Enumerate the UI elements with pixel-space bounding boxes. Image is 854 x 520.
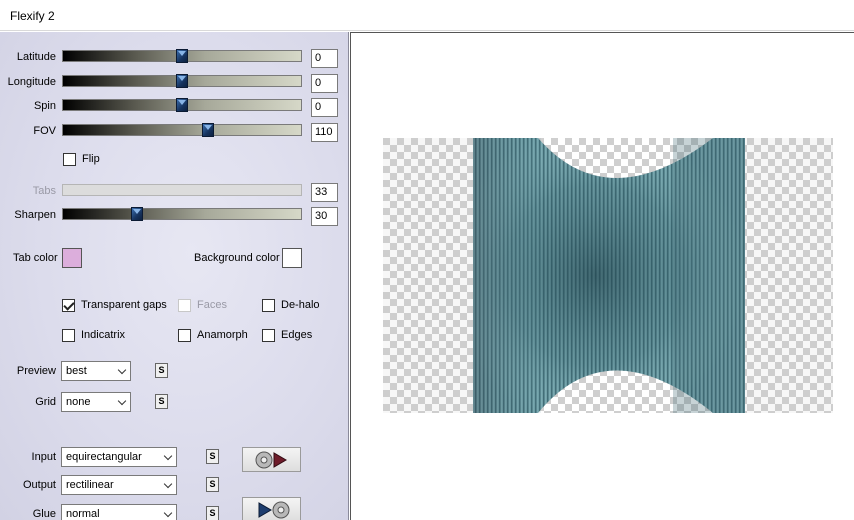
output-label: Output [22, 479, 56, 491]
indicatrix-checkbox[interactable] [62, 329, 75, 342]
disc-icon [272, 501, 290, 519]
faces-label: Faces [197, 299, 227, 311]
preview-save-button[interactable]: S [155, 363, 168, 378]
anamorph-checkbox[interactable] [178, 329, 191, 342]
chevron-down-icon [117, 396, 127, 406]
fov-value-field[interactable]: 110 [311, 123, 338, 142]
input-select-value: equirectangular [66, 451, 142, 463]
sharpen-slider-thumb[interactable] [130, 207, 143, 221]
indicatrix-label: Indicatrix [81, 329, 126, 341]
latitude-slider-thumb[interactable] [176, 49, 188, 63]
preview-label: Preview [16, 365, 56, 377]
transparent-gaps-label: Transparent gaps [81, 299, 167, 311]
de-halo-checkbox[interactable] [262, 299, 275, 312]
window-title: Flexify 2 [10, 9, 55, 23]
grid-select-value: none [66, 396, 91, 408]
output-select[interactable]: rectilinear [61, 475, 177, 495]
chevron-down-icon [163, 508, 173, 518]
longitude-slider-thumb[interactable] [176, 74, 188, 88]
spin-slider-thumb[interactable] [176, 98, 188, 112]
sharpen-slider[interactable] [62, 207, 302, 221]
disc-icon [255, 451, 273, 469]
grid-label: Grid [35, 396, 56, 408]
edges-checkbox[interactable] [262, 329, 275, 342]
faces-checkbox [178, 299, 191, 312]
anamorph-label: Anamorph [197, 329, 248, 341]
transparent-gaps-checkbox[interactable] [62, 299, 75, 312]
glue-label: Glue [32, 508, 56, 520]
sharpen-value-field[interactable]: 30 [311, 207, 338, 226]
controls-panel: Latitude 0 Longitude 0 Spin 0 FOV 110 Tabs 33 Shar… [0, 32, 349, 520]
preview-canvas[interactable] [350, 32, 854, 520]
latitude-slider[interactable] [62, 49, 302, 63]
de-halo-label: De-halo [281, 299, 320, 311]
output-select-value: rectilinear [66, 479, 114, 491]
longitude-label: Longitude [7, 76, 56, 88]
tab-color-swatch[interactable] [62, 248, 82, 268]
fov-slider[interactable] [62, 123, 302, 137]
tabs-value-field[interactable]: 33 [311, 183, 338, 202]
glue-save-button[interactable]: S [206, 506, 219, 520]
preview-select[interactable]: best [61, 361, 131, 381]
flip-label: Flip [82, 153, 100, 165]
input-select[interactable]: equirectangular [61, 447, 177, 467]
glue-select[interactable]: normal [61, 504, 177, 520]
edges-label: Edges [281, 329, 313, 341]
flip-checkbox[interactable] [63, 153, 76, 166]
chevron-down-icon [117, 365, 127, 375]
glue-select-value: normal [66, 508, 100, 520]
background-color-label: Background color [194, 252, 280, 264]
chevron-down-icon [163, 451, 173, 461]
grid-save-button[interactable]: S [155, 394, 168, 409]
latitude-label: Latitude [16, 51, 56, 63]
input-save-button[interactable]: S [206, 449, 219, 464]
preview-image [383, 138, 833, 413]
sharpen-label: Sharpen [14, 209, 56, 221]
input-label: Input [31, 451, 56, 463]
background-color-swatch[interactable] [282, 248, 302, 268]
play-icon [258, 502, 272, 518]
fov-slider-thumb[interactable] [202, 123, 215, 137]
spin-label: Spin [33, 100, 56, 112]
longitude-slider[interactable] [62, 74, 302, 88]
export-input-button[interactable] [242, 447, 301, 472]
output-save-button[interactable]: S [206, 477, 219, 492]
preview-select-value: best [66, 365, 87, 377]
tabs-slider [62, 184, 302, 196]
latitude-value-field[interactable]: 0 [311, 49, 338, 68]
chevron-down-icon [163, 479, 173, 489]
spin-value-field[interactable]: 0 [311, 98, 338, 117]
longitude-value-field[interactable]: 0 [311, 74, 338, 93]
import-output-button[interactable] [242, 497, 301, 520]
grid-select[interactable]: none [61, 392, 131, 412]
spin-slider[interactable] [62, 98, 302, 112]
fov-label: FOV [33, 125, 56, 137]
window-titlebar: Flexify 2 [0, 0, 854, 31]
play-icon [273, 452, 287, 468]
tab-color-label: Tab color [13, 252, 58, 264]
tabs-label: Tabs [32, 185, 56, 197]
